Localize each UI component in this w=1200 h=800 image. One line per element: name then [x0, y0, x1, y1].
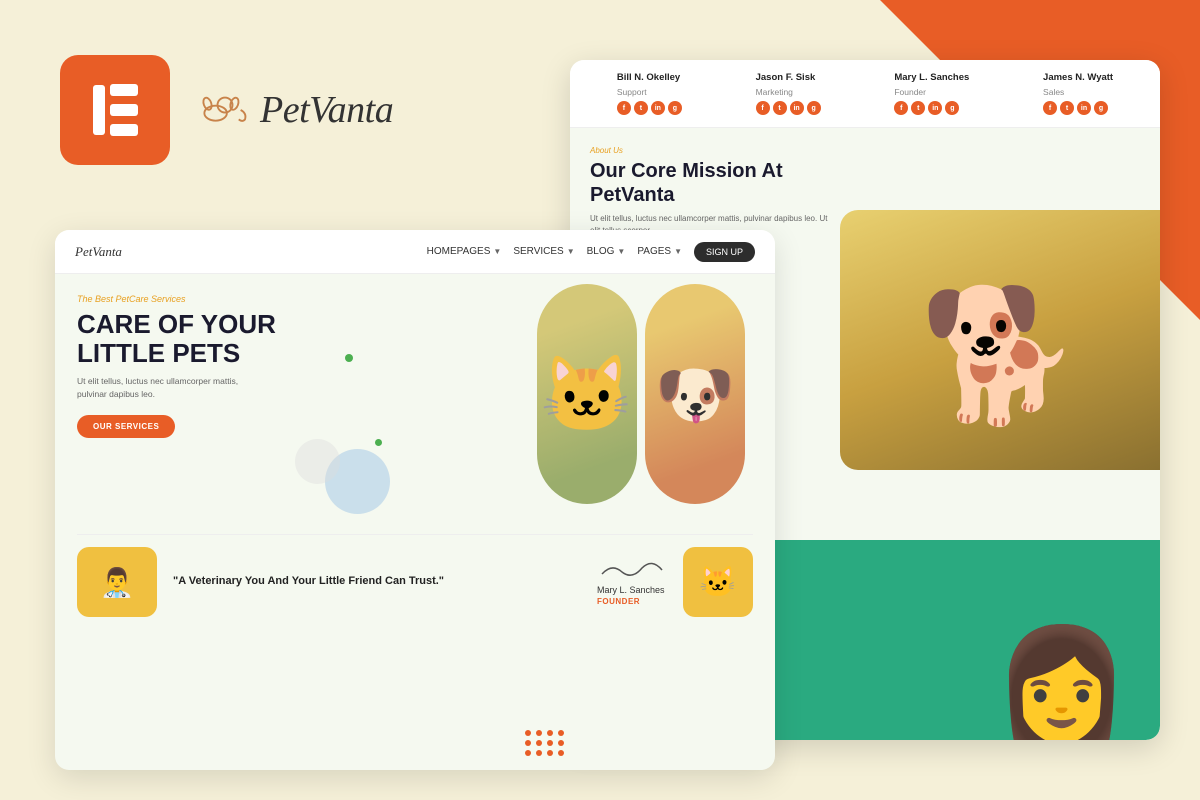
orange-dots-cluster	[525, 730, 565, 756]
testimonial-section: 👨‍⚕️ "A Veterinary You And Your Little F…	[77, 534, 753, 629]
pet-icon	[200, 90, 250, 130]
social-icon: g	[945, 101, 959, 115]
signup-button[interactable]: SIGN UP	[694, 242, 755, 262]
team-member-3: Mary L. Sanches Founder f t in g	[894, 72, 969, 115]
social-icon: t	[634, 101, 648, 115]
testimonial-photo: 👨‍⚕️	[77, 547, 157, 617]
team-member-4: James N. Wyatt Sales f t in g	[1043, 72, 1113, 115]
brand-name: PetVanta	[260, 88, 393, 132]
mission-title: Our Core Mission AtPetVanta	[590, 159, 820, 207]
social-icon: g	[807, 101, 821, 115]
mockup-nav-logo: PetVanta	[75, 244, 122, 260]
social-icon: t	[911, 101, 925, 115]
social-icon: g	[668, 101, 682, 115]
team-member-1: Bill N. Okelley Support f t in g	[617, 72, 682, 115]
dog-photo-card: 🐕	[840, 210, 1160, 470]
social-icon: in	[928, 101, 942, 115]
social-icon: in	[651, 101, 665, 115]
mockup-hero: The Best PetCare Services CARE OF YOUR L…	[55, 274, 775, 534]
social-icon: t	[1060, 101, 1074, 115]
social-icon: f	[1043, 101, 1057, 115]
nav-pages[interactable]: PAGES ▼	[637, 246, 682, 257]
elementor-logo	[60, 55, 170, 165]
nav-blog[interactable]: BLOG ▼	[587, 246, 626, 257]
testimonial-signature	[597, 558, 667, 583]
testimonial-author: Mary L. Sanches FOUNDER	[597, 558, 667, 606]
hero-text: The Best PetCare Services CARE OF YOUR L…	[77, 294, 753, 524]
hero-title: CARE OF YOUR LITTLE PETS	[77, 310, 743, 367]
social-icon: in	[1077, 101, 1091, 115]
testimonial-quote: "A Veterinary You And Your Little Friend…	[173, 574, 581, 589]
mockup-navbar: PetVanta HOMEPAGES ▼ SERVICES ▼ BLOG ▼ P…	[55, 230, 775, 274]
testimonial-cat-photo: 🐱	[683, 547, 753, 617]
social-icon: g	[1094, 101, 1108, 115]
brand-area: PetVanta	[200, 88, 393, 132]
social-icon: f	[756, 101, 770, 115]
dog-image: 🐕	[919, 290, 1081, 420]
social-icon: f	[617, 101, 631, 115]
social-icon: f	[894, 101, 908, 115]
woman-image: 👩	[993, 630, 1130, 740]
hero-cta-button[interactable]: OUR SERVICES	[77, 415, 175, 438]
nav-homepages[interactable]: HOMEPAGES ▼	[427, 246, 502, 257]
social-icon: t	[773, 101, 787, 115]
team-member-2: Jason F. Sisk Marketing f t in g	[756, 72, 821, 115]
team-strip: Bill N. Okelley Support f t in g Jason F…	[570, 60, 1160, 128]
nav-services[interactable]: SERVICES ▼	[513, 246, 574, 257]
main-mockup: PetVanta HOMEPAGES ▼ SERVICES ▼ BLOG ▼ P…	[55, 230, 775, 770]
nav-links: HOMEPAGES ▼ SERVICES ▼ BLOG ▼ PAGES ▼ SI…	[427, 242, 755, 262]
social-icon: in	[790, 101, 804, 115]
